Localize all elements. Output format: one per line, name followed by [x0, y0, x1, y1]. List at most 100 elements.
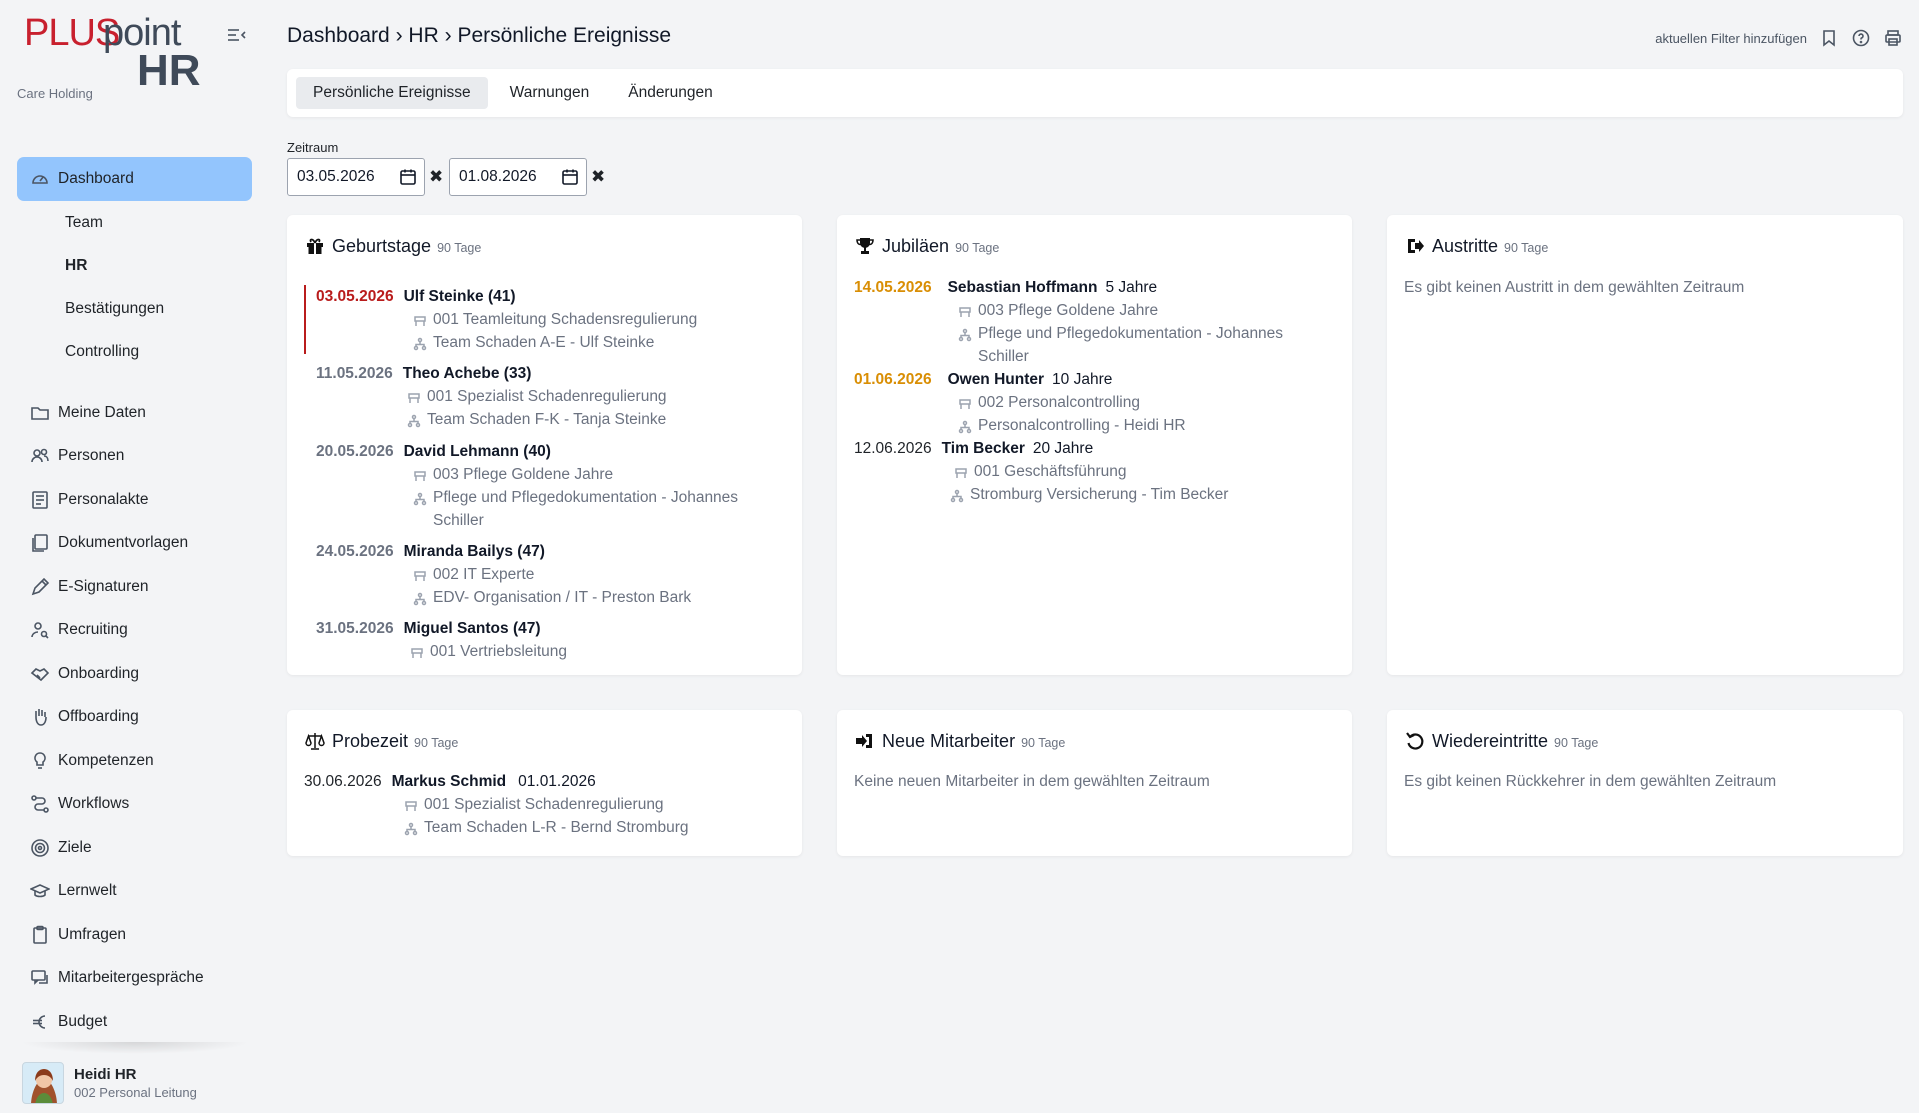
list-item[interactable]: 01.06.2026 Owen Hunter 10 Jahre 002 Person…	[854, 368, 1324, 437]
collapse-sidebar-icon[interactable]	[227, 27, 247, 43]
nav-sub-controlling[interactable]: Controlling	[17, 330, 252, 373]
org-unit-icon	[958, 326, 972, 342]
event-person[interactable]: Markus Schmid	[392, 770, 507, 793]
tab-aenderungen[interactable]: Änderungen	[611, 77, 729, 109]
nav-item-budget[interactable]: Budget	[17, 1000, 252, 1044]
scale-icon	[304, 730, 326, 752]
date-to-input[interactable]: 01.08.2026	[449, 158, 587, 196]
list-item[interactable]: 30.06.2026 Markus Schmid 01.01.2026 001 Sp…	[304, 770, 774, 839]
nav-item-personalakte[interactable]: Personalakte	[17, 478, 252, 522]
org-unit-icon	[950, 487, 964, 503]
nav-label: Dashboard	[58, 170, 134, 187]
nav-sub-hr[interactable]: HR	[17, 244, 252, 287]
event-person[interactable]: Sebastian Hoffmann	[948, 276, 1098, 299]
target-icon	[28, 836, 52, 860]
position-icon	[404, 797, 418, 811]
list-item[interactable]: 31.05.2026 Miguel Santos (47) 001 Vertrie…	[316, 617, 786, 663]
user-profile[interactable]: Heidi HR 002 Personal Leitung	[22, 1061, 257, 1105]
event-position: 001 Spezialist Schadenregulierung	[424, 796, 664, 813]
event-person[interactable]: Theo Achebe (33)	[403, 362, 532, 385]
list-item[interactable]: 14.05.2026 Sebastian Hoffmann 5 Jahre 003 …	[854, 276, 1334, 368]
tab-persoenliche-ereignisse[interactable]: Persönliche Ereignisse	[296, 77, 488, 109]
add-current-filter-link[interactable]: aktuellen Filter hinzufügen	[1655, 31, 1807, 46]
card-subtitle: 90 Tage	[414, 735, 459, 750]
calendar-icon[interactable]	[399, 168, 417, 186]
breadcrumb-dashboard[interactable]: Dashboard	[287, 24, 390, 47]
pluspoint-hr-logo[interactable]: PLUS point HR	[24, 12, 201, 95]
event-position: 003 Pflege Goldene Jahre	[433, 466, 614, 483]
event-person[interactable]: Owen Hunter	[948, 368, 1044, 391]
nav-item-onboarding[interactable]: Onboarding	[17, 652, 252, 696]
users-icon	[28, 444, 52, 468]
nav-label: Workflows	[58, 795, 130, 813]
card-subtitle: 90 Tage	[955, 240, 1000, 255]
help-icon[interactable]	[1851, 28, 1871, 48]
breadcrumb-current: Persönliche Ereignisse	[457, 24, 672, 47]
card-neue-mitarbeiter: Neue Mitarbeiter 90 Tage Keine neuen Mit…	[837, 710, 1352, 856]
nav-item-lernwelt[interactable]: Lernwelt	[17, 870, 252, 914]
nav-label: Meine Daten	[58, 403, 146, 421]
nav-item-umfragen[interactable]: Umfragen	[17, 913, 252, 957]
bookmark-icon[interactable]	[1819, 28, 1839, 48]
print-icon[interactable]	[1883, 28, 1903, 48]
calendar-icon[interactable]	[561, 168, 579, 186]
nav-item-personen[interactable]: Personen	[17, 435, 252, 479]
tab-warnungen[interactable]: Warnungen	[493, 77, 607, 109]
nav-sub-bestaetigungen[interactable]: Bestätigungen	[17, 287, 252, 330]
nav-item-mitarbeitergespraeche[interactable]: Mitarbeitergespräche	[17, 957, 252, 1001]
card-jubilaeen: Jubiläen 90 Tage 14.05.2026 Sebastian Hof…	[837, 215, 1352, 675]
avatar	[22, 1062, 64, 1104]
nav-item-ziele[interactable]: Ziele	[17, 826, 252, 870]
event-person[interactable]: Miguel Santos (47)	[404, 617, 541, 640]
position-icon	[958, 395, 972, 409]
org-unit-icon	[404, 820, 418, 836]
event-org-unit: Team Schaden L-R - Bernd Stromburg	[424, 819, 689, 836]
nav-label: Umfragen	[58, 925, 127, 943]
nav-label: Dokumentvorlagen	[58, 534, 189, 552]
breadcrumb-separator: ›	[444, 24, 452, 47]
event-date: 30.06.2026	[304, 773, 382, 790]
nav-item-kompetenzen[interactable]: Kompetenzen	[17, 739, 252, 783]
enter-icon	[854, 730, 876, 752]
nav-sub-team[interactable]: Team	[17, 201, 252, 244]
nav-item-offboarding[interactable]: Offboarding	[17, 696, 252, 740]
event-years: 5 Jahre	[1105, 279, 1158, 296]
undo-icon	[1404, 730, 1426, 752]
clear-date-from-icon[interactable]: ✖	[429, 168, 443, 186]
graduation-cap-icon	[28, 879, 52, 903]
event-org-unit: Team Schaden A-E - Ulf Steinke	[433, 334, 655, 351]
event-date: 03.05.2026	[316, 288, 394, 305]
nav-item-workflows[interactable]: Workflows	[17, 783, 252, 827]
nav-label: Lernwelt	[58, 882, 117, 900]
event-person[interactable]: Tim Becker	[942, 437, 1025, 460]
event-person[interactable]: Ulf Steinke (41)	[404, 285, 516, 308]
zeitraum-label: Zeitraum	[287, 140, 339, 155]
list-item[interactable]: 03.05.2026 Ulf Steinke (41) 001 Teamleitu…	[304, 285, 774, 354]
main-nav: Dashboard Team HR Bestätigungen Controll…	[17, 157, 252, 1044]
gift-icon	[304, 235, 326, 257]
card-subtitle: 90 Tage	[1021, 735, 1066, 750]
nav-item-meine-daten[interactable]: Meine Daten	[17, 391, 252, 435]
list-item[interactable]: 20.05.2026 David Lehmann (40) 003 Pflege …	[316, 440, 776, 532]
event-person[interactable]: David Lehmann (40)	[404, 440, 551, 463]
position-icon	[413, 567, 427, 581]
list-item[interactable]: 11.05.2026 Theo Achebe (33) 001 Spezialis…	[316, 362, 786, 431]
nav-item-dokumentvorlagen[interactable]: Dokumentvorlagen	[17, 522, 252, 566]
nav-label: Personen	[58, 447, 125, 465]
nav-item-e-signaturen[interactable]: E-Signaturen	[17, 565, 252, 609]
date-from-input[interactable]: 03.05.2026	[287, 158, 425, 196]
clear-date-to-icon[interactable]: ✖	[591, 168, 605, 186]
folder-icon	[28, 401, 52, 425]
nav-item-dashboard[interactable]: Dashboard	[17, 157, 252, 201]
event-years: 20 Jahre	[1032, 440, 1094, 457]
card-austritte: Austritte 90 Tage Es gibt keinen Austrit…	[1387, 215, 1903, 675]
nav-item-recruiting[interactable]: Recruiting	[17, 609, 252, 653]
profile-role: 002 Personal Leitung	[74, 1085, 197, 1100]
list-item[interactable]: 24.05.2026 Miranda Bailys (47) 002 IT Exp…	[316, 540, 786, 609]
sidebar: PLUS point HR Care Holding Dashboard Tea…	[0, 0, 270, 1113]
event-person[interactable]: Miranda Bailys (47)	[404, 540, 545, 563]
list-item[interactable]: 12.06.2026 Tim Becker 20 Jahre 001 Geschäf…	[854, 437, 1324, 506]
breadcrumb-hr[interactable]: HR	[408, 24, 438, 47]
exit-icon	[1404, 235, 1426, 257]
event-date: 20.05.2026	[316, 443, 394, 460]
